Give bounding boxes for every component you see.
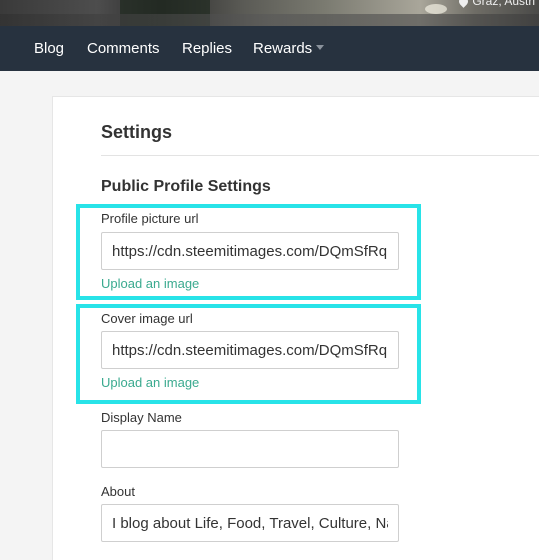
nav-comments[interactable]: Comments bbox=[87, 40, 160, 57]
about-input[interactable] bbox=[101, 504, 399, 542]
nav-rewards-label: Rewards bbox=[253, 40, 313, 57]
profile-navbar: Blog Comments Replies Rewards bbox=[0, 26, 539, 71]
cover-image-upload-link[interactable]: Upload an image bbox=[101, 375, 199, 390]
chevron-down-icon bbox=[316, 45, 325, 50]
profile-picture-url-input[interactable] bbox=[101, 232, 399, 270]
divider bbox=[101, 155, 539, 156]
profile-picture-label: Profile picture url bbox=[101, 211, 199, 226]
cover-image: Graz, Austri bbox=[0, 0, 539, 26]
location-text: Graz, Austri bbox=[472, 0, 535, 8]
location-pin-icon bbox=[457, 0, 471, 8]
profile-picture-upload-link[interactable]: Upload an image bbox=[101, 276, 199, 291]
cover-light bbox=[425, 4, 447, 14]
location: Graz, Austri bbox=[457, 0, 535, 8]
nav-replies[interactable]: Replies bbox=[182, 40, 232, 57]
about-label: About bbox=[101, 484, 135, 499]
cover-image-url-input[interactable] bbox=[101, 331, 399, 369]
nav-blog[interactable]: Blog bbox=[34, 40, 64, 57]
cover-image-label: Cover image url bbox=[101, 311, 193, 326]
section-title: Public Profile Settings bbox=[101, 178, 271, 195]
display-name-label: Display Name bbox=[101, 410, 182, 425]
nav-rewards[interactable]: Rewards bbox=[253, 40, 325, 57]
page-title: Settings bbox=[101, 122, 173, 142]
cover-ground bbox=[0, 14, 539, 26]
display-name-input[interactable] bbox=[101, 430, 399, 468]
